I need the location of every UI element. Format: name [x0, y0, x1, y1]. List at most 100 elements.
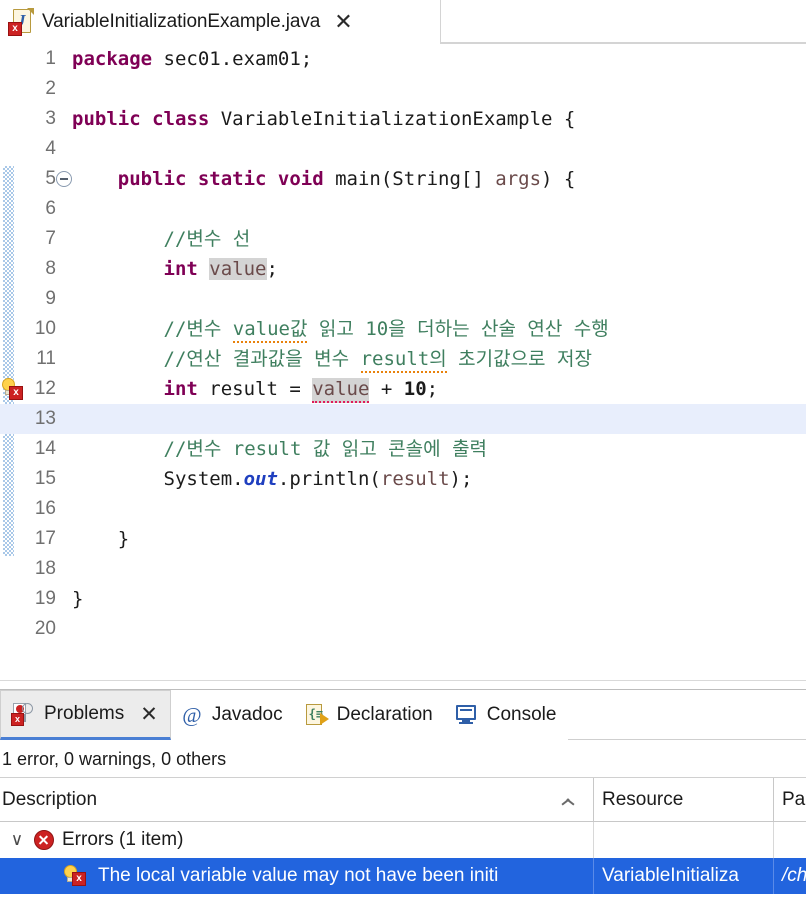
line-number: 15 [34, 468, 56, 489]
code-line[interactable]: 6 [0, 194, 806, 224]
code-token: package [72, 48, 153, 70]
code-text: } [72, 584, 83, 614]
java-file-error-icon: J x [8, 8, 34, 36]
code-token: args [495, 168, 542, 190]
cell-resource [594, 822, 774, 858]
close-icon[interactable]: ✕ [334, 11, 352, 33]
editor-tab-empty-area [440, 0, 806, 44]
code-editor[interactable]: 1 package sec01.exam01; 2 3 public class Var… [0, 44, 806, 680]
code-line[interactable]: 12 x int result = value + 10; [0, 374, 806, 404]
problems-summary: 1 error, 0 warnings, 0 others [0, 740, 806, 778]
column-header-description[interactable]: Description [0, 777, 594, 822]
code-text: //변수 result 값 읽고 콘솔에 출력 [72, 434, 488, 464]
problem-description: The local variable value may not have be… [98, 865, 499, 886]
code-text: public class VariableInitializationExamp… [72, 104, 575, 134]
line-number: 19 [34, 588, 56, 609]
code-token: } [72, 588, 84, 610]
cell-path [774, 822, 806, 858]
code-line[interactable]: 3 public class VariableInitializationExam… [0, 104, 806, 134]
javadoc-at-icon: @ [182, 702, 202, 727]
line-number: 2 [45, 78, 56, 99]
code-line[interactable]: 2 [0, 74, 806, 104]
code-token: //연산 결과값을 변수 [163, 348, 361, 370]
code-text: int result = value + 10; [72, 374, 438, 404]
code-line[interactable]: 11 //연산 결과값을 변수 result의 초기값으로 저장 [0, 344, 806, 374]
code-token: result의 [360, 348, 447, 373]
tab-problems[interactable]: x Problems ✕ [0, 690, 171, 740]
editor-tab-label: VariableInitializationExample.java [42, 11, 321, 32]
code-line[interactable]: 16 [0, 494, 806, 524]
code-token: ); [449, 468, 473, 490]
line-number: 9 [45, 288, 56, 309]
line-number: 17 [34, 528, 56, 549]
tab-declaration[interactable]: {≡ Declaration [295, 690, 445, 740]
code-token: result [380, 468, 450, 490]
code-token: 초기값으로 저장 [446, 348, 592, 370]
column-header-resource[interactable]: Resource [594, 777, 774, 822]
line-number: 5 [45, 168, 56, 189]
code-token: result = [197, 378, 313, 400]
code-line[interactable]: 14 //변수 result 값 읽고 콘솔에 출력 [0, 434, 806, 464]
line-number: 3 [45, 108, 56, 129]
current-line-highlight [75, 404, 806, 434]
close-icon[interactable]: ✕ [140, 704, 158, 725]
line-number: 1 [45, 48, 56, 69]
code-line[interactable]: 18 [0, 554, 806, 584]
cell-resource: VariableInitializa [594, 858, 774, 894]
code-line[interactable]: 4 [0, 134, 806, 164]
error-circle-icon [34, 830, 54, 850]
code-token: } [117, 528, 130, 550]
code-text: //변수 value값 읽고 10을 더하는 산술 연산 수행 [72, 314, 609, 344]
table-row[interactable]: x The local variable value may not have b… [0, 858, 806, 894]
tab-javadoc[interactable]: @ Javadoc [171, 690, 295, 740]
code-token: ) { [541, 168, 576, 190]
code-lines: 1 package sec01.exam01; 2 3 public class Var… [0, 44, 806, 644]
code-line[interactable]: 15 System.out.println(result); [0, 464, 806, 494]
code-text: System.out.println(result); [72, 464, 473, 494]
chevron-down-icon[interactable]: ∨ [0, 822, 34, 858]
problems-group-row[interactable]: ∨ Errors (1 item) [0, 822, 806, 858]
code-line[interactable]: 17 } [0, 524, 806, 554]
code-token: out [243, 468, 278, 490]
line-number: 14 [34, 438, 56, 459]
line-number: 16 [34, 498, 56, 519]
console-icon [455, 704, 478, 726]
code-token: value [312, 378, 370, 403]
code-line[interactable]: 13 [0, 404, 806, 434]
code-line[interactable]: 8 int value; [0, 254, 806, 284]
editor-panel-splitter[interactable] [0, 680, 806, 690]
code-line[interactable]: 5 public static void main(String[] args)… [0, 164, 806, 194]
quickfix-error-icon[interactable]: x [0, 378, 24, 400]
code-token: //변수 result 값 읽고 콘솔에 출력 [163, 438, 488, 460]
cell-path: /ch [782, 865, 806, 886]
line-number: 18 [34, 558, 56, 579]
problems-table-body: ∨ Errors (1 item) x The local variable valu… [0, 822, 806, 894]
line-number: 10 [34, 318, 56, 339]
code-text: //변수 선 [72, 224, 251, 254]
line-number: 13 [34, 408, 56, 429]
problems-table-header: Description Resource Pa [0, 777, 806, 822]
code-line[interactable]: 20 [0, 614, 806, 644]
code-token: main(String[] [323, 168, 496, 190]
code-token: VariableInitializationExample { [209, 108, 576, 130]
code-token: int [163, 258, 198, 280]
code-token: public class [72, 108, 210, 130]
code-token: value값 [232, 318, 308, 343]
code-line[interactable]: 19} [0, 584, 806, 614]
code-token: ; [426, 378, 439, 400]
code-line[interactable]: 1 package sec01.exam01; [0, 44, 806, 74]
column-header-path[interactable]: Pa [774, 778, 806, 822]
fold-collapse-icon[interactable] [56, 171, 72, 187]
column-header-description-label: Description [2, 788, 98, 810]
code-text: //연산 결과값을 변수 result의 초기값으로 저장 [72, 344, 592, 374]
editor-tab-variableinitializationexample[interactable]: J x VariableInitializationExample.java ✕ [0, 0, 440, 44]
tab-label: Problems [44, 703, 125, 724]
line-number: 6 [45, 198, 56, 219]
code-line[interactable]: 9 [0, 284, 806, 314]
code-line[interactable]: 10 //변수 value값 읽고 10을 더하는 산술 연산 수행 [0, 314, 806, 344]
tab-console[interactable]: Console [445, 690, 569, 740]
code-token: 10 [403, 378, 427, 400]
code-line[interactable]: 7 //변수 선 [0, 224, 806, 254]
code-text: package sec01.exam01; [72, 44, 312, 74]
